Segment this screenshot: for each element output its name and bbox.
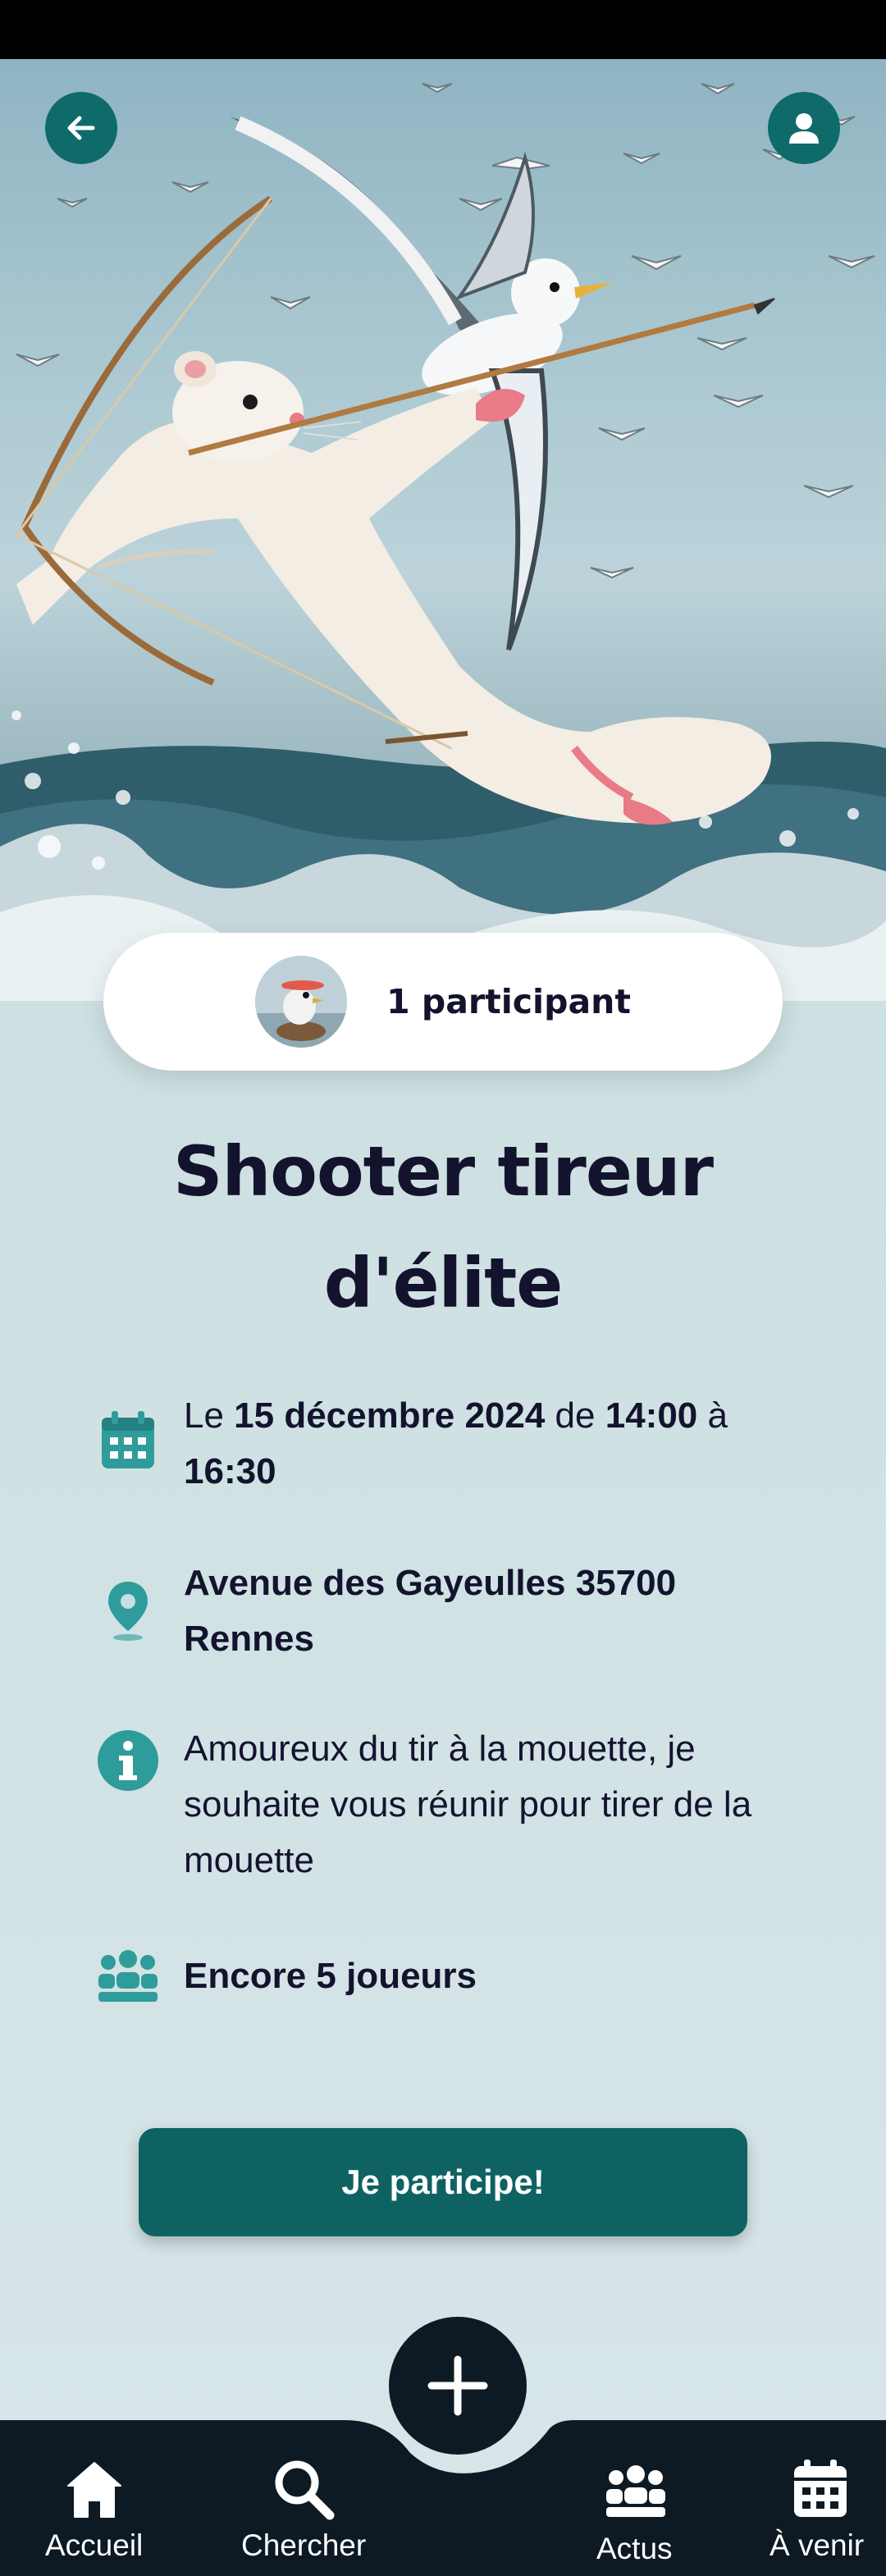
search-icon — [275, 2460, 335, 2520]
event-location-row[interactable]: Avenue des Gayeulles 35700 Rennes — [97, 1555, 786, 1667]
back-button[interactable] — [45, 92, 117, 164]
nav-label-upcoming: À venir — [770, 2528, 865, 2562]
participants-count: 1 participant — [386, 982, 631, 1021]
event-spots-text: Encore 5 joueurs — [184, 1956, 477, 1996]
address-line1: Avenue des Gayeulles 35700 — [184, 1563, 677, 1603]
users-icon — [606, 2465, 665, 2517]
info-icon — [97, 1729, 159, 1792]
date-end-prefix: à — [697, 1395, 728, 1436]
event-date-text: Le 15 décembre 2024 de 14:00 à 16:30 — [184, 1388, 774, 1500]
event-address-text: Avenue des Gayeulles 35700 Rennes — [184, 1555, 774, 1667]
nav-label-search: Chercher — [241, 2528, 367, 2562]
home-icon — [67, 2462, 121, 2518]
date-end: 16:30 — [184, 1451, 276, 1491]
nav-label-home: Accueil — [45, 2528, 144, 2562]
map-pin-icon — [97, 1580, 159, 1642]
calendar-nav-icon — [794, 2460, 847, 2517]
event-description-row: Amoureux du tir à la mouette, je souhait… — [97, 1721, 786, 1889]
date-day: 15 décembre 2024 — [234, 1395, 546, 1436]
nav-item-search[interactable]: Chercher — [238, 2420, 369, 2576]
event-description-text: Amoureux du tir à la mouette, je souhait… — [184, 1729, 752, 1880]
event-cover-image — [0, 59, 886, 1001]
status-bar — [0, 0, 886, 59]
event-title-line2: d'élite — [323, 1243, 564, 1323]
plus-icon — [427, 2355, 488, 2416]
nav-item-upcoming[interactable]: À venir — [763, 2420, 878, 2576]
address-line2: Rennes — [184, 1619, 314, 1659]
date-prefix: Le — [184, 1395, 235, 1436]
nav-item-news[interactable]: Actus — [591, 2420, 681, 2576]
event-spots-row: Encore 5 joueurs — [97, 1948, 786, 2005]
calendar-icon — [97, 1409, 159, 1472]
date-start: 14:00 — [605, 1395, 698, 1436]
participate-button-label: Je participe! — [341, 2163, 545, 2201]
date-mid: de — [545, 1395, 605, 1436]
create-event-button[interactable] — [389, 2317, 527, 2455]
nav-item-home[interactable]: Accueil — [41, 2420, 148, 2576]
users-group-icon — [97, 1948, 159, 2003]
event-title-line1: Shooter tireur — [172, 1131, 714, 1212]
event-date-row: Le 15 décembre 2024 de 14:00 à 16:30 — [97, 1388, 786, 1500]
user-icon — [789, 113, 819, 144]
event-title: Shooter tireur d'élite — [82, 1116, 804, 1339]
participants-summary[interactable]: 1 participant — [103, 933, 783, 1071]
participant-avatar — [255, 956, 348, 1048]
profile-button[interactable] — [768, 92, 840, 164]
participate-button[interactable]: Je participe! — [139, 2128, 747, 2236]
nav-label-news: Actus — [596, 2532, 673, 2565]
arrow-left-icon — [67, 116, 95, 140]
